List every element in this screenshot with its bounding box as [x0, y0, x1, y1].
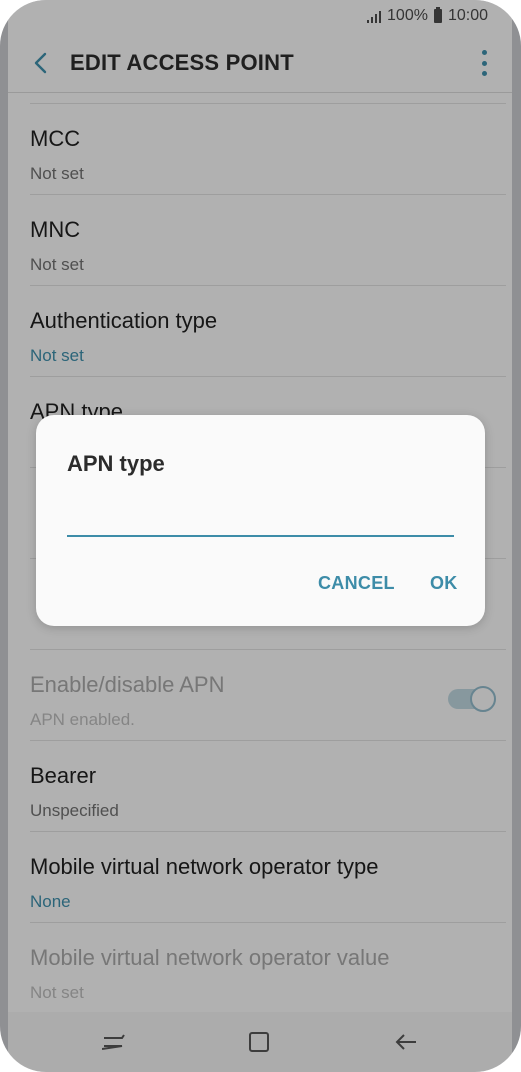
- cancel-button[interactable]: CANCEL: [318, 573, 395, 594]
- apn-type-dialog: APN type CANCEL OK: [36, 415, 485, 626]
- apn-type-input[interactable]: [67, 505, 454, 537]
- dialog-title: APN type: [67, 451, 165, 476]
- phone-frame: 100% 10:00 EDIT ACCESS POINT MCC Not set…: [0, 0, 521, 1072]
- ok-button[interactable]: OK: [430, 573, 458, 594]
